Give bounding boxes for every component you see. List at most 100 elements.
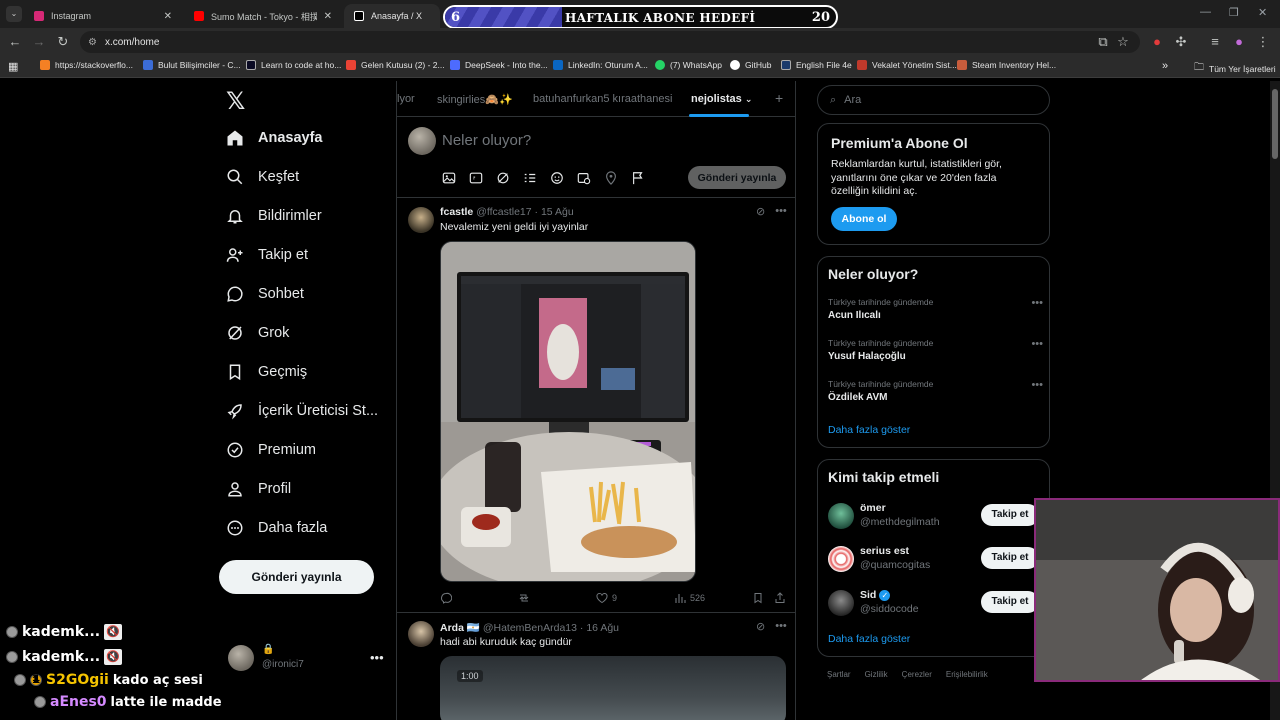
reload-icon[interactable]: ↻ <box>54 33 72 51</box>
share-button[interactable] <box>774 592 786 604</box>
flag-icon[interactable] <box>630 170 646 186</box>
compose-input[interactable]: Neler oluyor? <box>442 132 531 149</box>
trend-item[interactable]: Türkiye tarihinde gündemde Özdilek AVM •… <box>828 379 1043 403</box>
scrollbar-thumb[interactable] <box>1272 89 1278 159</box>
tweet-more-icon[interactable]: ••• <box>775 620 787 633</box>
footer-accessibility-link[interactable]: Erişilebilirlik <box>946 670 988 679</box>
schedule-icon[interactable] <box>576 170 592 186</box>
reply-button[interactable] <box>440 592 452 604</box>
menu-kebab-icon[interactable]: ⋮ <box>1254 33 1272 51</box>
close-window-icon[interactable]: ✕ <box>1258 6 1267 19</box>
back-icon[interactable]: ← <box>6 33 24 51</box>
tweet-avatar[interactable] <box>408 207 434 233</box>
extension-red-icon[interactable]: ● <box>1148 33 1166 51</box>
tab-list-kiraathanesi[interactable]: batuhanfurkan5 kıraathanesi <box>533 93 672 105</box>
tweet-author-name[interactable]: fcastle <box>440 206 473 218</box>
close-icon[interactable]: ✕ <box>164 11 172 22</box>
nav-premium[interactable]: Premium <box>226 441 316 459</box>
bookmark-star-icon[interactable]: ☆ <box>1114 33 1132 51</box>
tab-list-partial[interactable]: lyor <box>397 93 415 105</box>
subscribe-button[interactable]: Abone ol <box>831 206 897 231</box>
nav-bookmarks[interactable]: Geçmiş <box>226 363 307 381</box>
location-icon[interactable] <box>603 170 619 186</box>
bookmark-whatsapp[interactable]: (7) WhatsApp <box>655 60 722 70</box>
bookmark-stackoverflow[interactable]: https://stackoverflo... <box>40 60 133 70</box>
maximize-icon[interactable]: ❐ <box>1229 6 1239 19</box>
show-more-trends-link[interactable]: Daha fazla göster <box>828 424 910 436</box>
tweet-author-handle[interactable]: @ffcastle17 <box>476 206 531 218</box>
tweet-author-handle[interactable]: @HatemBenArda13 <box>483 622 577 634</box>
compose-post-button[interactable]: Gönderi yayınla <box>688 166 786 189</box>
gif-icon[interactable] <box>468 170 484 186</box>
media-icon[interactable] <box>441 170 457 186</box>
grok-explain-icon[interactable]: ⊘ <box>756 620 765 633</box>
bookmark-bulut[interactable]: Bulut Bilişimciler - C... <box>143 60 241 70</box>
trend-item[interactable]: Türkiye tarihinde gündemde Yusuf Halaçoğ… <box>828 338 1043 362</box>
bookmark-linkedin[interactable]: LinkedIn: Oturum A... <box>553 60 648 70</box>
all-bookmarks[interactable]: 🗀 Tüm Yer İşaretleri <box>1194 60 1276 77</box>
bookmark-gmail[interactable]: Gelen Kutusu (2) - 2... <box>346 60 445 70</box>
bookmark-tweet-button[interactable] <box>752 592 764 604</box>
nav-explore[interactable]: Keşfet <box>226 168 299 186</box>
forward-icon[interactable]: → <box>30 33 48 51</box>
tab-instagram[interactable]: Instagram ✕ <box>24 4 182 28</box>
nav-notifications[interactable]: Bildirimler <box>226 207 322 225</box>
tab-sumo[interactable]: Sumo Match - Tokyo - 相撲 - W ✕ <box>184 4 342 28</box>
tweet-photo[interactable] <box>440 241 696 582</box>
views-button[interactable]: 526 <box>674 592 705 604</box>
account-more-icon[interactable]: ••• <box>370 650 384 665</box>
tweet-more-icon[interactable]: ••• <box>775 205 787 218</box>
site-info-icon[interactable]: ⚙ <box>88 37 97 48</box>
profile-icon[interactable]: ● <box>1230 33 1248 51</box>
install-app-icon[interactable]: ⧉ <box>1094 33 1112 51</box>
apps-grid-icon[interactable]: ▦ <box>8 60 18 73</box>
tweet-date[interactable]: · 16 Ağu <box>580 622 619 634</box>
tweet-author-name[interactable]: Arda 🇦🇷 <box>440 622 480 634</box>
post-button[interactable]: Gönderi yayınla <box>219 560 374 594</box>
emoji-icon[interactable] <box>549 170 565 186</box>
follow-suggestion[interactable]: ömer @methdegilmath Takip et <box>828 499 1043 533</box>
footer-cookies-link[interactable]: Çerezler <box>902 670 932 679</box>
bookmark-deepseek[interactable]: DeepSeek - Into the... <box>450 60 548 70</box>
close-icon[interactable]: ✕ <box>324 11 332 22</box>
poll-icon[interactable] <box>522 170 538 186</box>
tab-list-skingirlies[interactable]: skingirlies🙈✨ <box>437 93 513 106</box>
trend-more-icon[interactable]: ••• <box>1031 379 1043 391</box>
extensions-icon[interactable]: ✣ <box>1172 33 1190 51</box>
trend-more-icon[interactable]: ••• <box>1031 297 1043 309</box>
trend-more-icon[interactable]: ••• <box>1031 338 1043 350</box>
bookmark-freecodecamp[interactable]: Learn to code at ho... <box>246 60 341 70</box>
media-controls-icon[interactable]: ≡ <box>1206 33 1224 51</box>
x-logo-icon[interactable]: 𝕏 <box>226 87 245 116</box>
more-bookmarks-icon[interactable]: » <box>1162 60 1168 72</box>
nav-follow[interactable]: Takip et <box>226 246 308 264</box>
grok-compose-icon[interactable] <box>495 170 511 186</box>
search-input[interactable]: ⌕ Ara <box>817 85 1050 115</box>
retweet-button[interactable] <box>518 592 530 604</box>
show-more-suggestions-link[interactable]: Daha fazla göster <box>828 633 910 645</box>
tweet-date[interactable]: · 15 Ağu <box>535 206 574 218</box>
footer-privacy-link[interactable]: Gizlilik <box>865 670 888 679</box>
tab-search-icon[interactable]: ⌄ <box>6 6 22 22</box>
nav-grok[interactable]: Grok <box>226 324 289 342</box>
like-button[interactable]: 9 <box>596 592 617 604</box>
nav-home[interactable]: Anasayfa <box>226 129 322 147</box>
nav-more[interactable]: Daha fazla <box>226 519 327 537</box>
tweet-video[interactable] <box>440 656 786 720</box>
tab-list-nejolistas[interactable]: nejolistas ⌄ <box>691 93 752 105</box>
address-bar[interactable]: ⚙ x.com/home <box>80 31 1140 53</box>
bookmark-vekalet[interactable]: Vekalet Yönetim Sist... <box>857 60 957 70</box>
trend-item[interactable]: Türkiye tarihinde gündemde Acun Ilıcalı … <box>828 297 1043 321</box>
bookmark-english-file[interactable]: English File 4e <box>781 60 852 70</box>
add-tab-icon[interactable]: + <box>775 90 783 106</box>
nav-profile[interactable]: Profil <box>226 480 291 498</box>
follow-button[interactable]: Takip et <box>981 547 1039 569</box>
nav-creator-studio[interactable]: İçerik Üreticisi St... <box>226 402 378 420</box>
bookmark-github[interactable]: GitHub <box>730 60 771 70</box>
minimize-icon[interactable]: — <box>1200 6 1211 18</box>
tweet-avatar[interactable] <box>408 621 434 647</box>
follow-suggestion[interactable]: serius est @quamcogitas Takip et <box>828 542 1043 576</box>
nav-chat[interactable]: Sohbet <box>226 285 304 303</box>
tab-x-home[interactable]: Anasayfa / X <box>344 4 440 28</box>
follow-button[interactable]: Takip et <box>981 591 1039 613</box>
